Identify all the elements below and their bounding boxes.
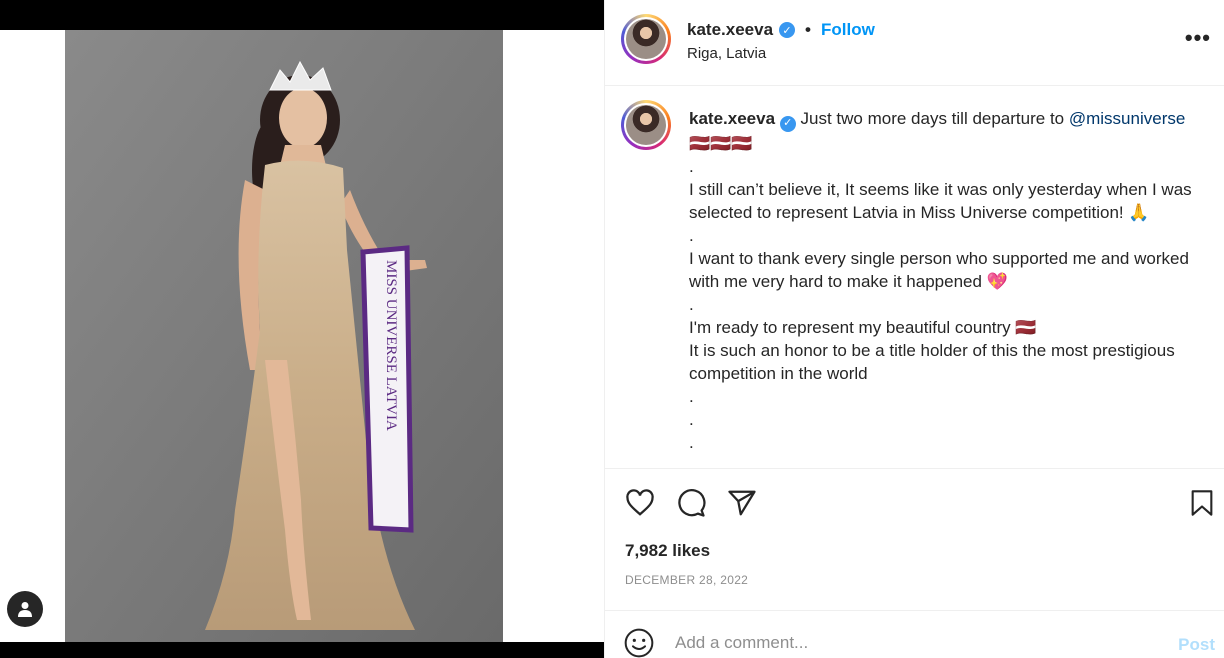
- emoji-icon: [624, 628, 654, 658]
- share-button[interactable]: [725, 486, 759, 520]
- follow-button[interactable]: Follow: [821, 20, 875, 40]
- post-date[interactable]: DECEMBER 28, 2022: [625, 573, 748, 587]
- caption-line: I still can’t believe it, It seems like …: [689, 179, 1192, 222]
- like-button[interactable]: [623, 486, 657, 520]
- caption-line: .: [689, 386, 694, 406]
- caption-line: It is such an honor to be a title holder…: [689, 340, 1175, 383]
- comment-input[interactable]: [675, 633, 1155, 653]
- post-sidebar: kate.xeeva ✓ • Follow Riga, Latvia ••• k…: [604, 0, 1224, 658]
- post-header: kate.xeeva ✓ • Follow Riga, Latvia •••: [605, 0, 1224, 86]
- caption-line: I'm ready to represent my beautiful coun…: [689, 317, 1037, 337]
- post-media: MISS UNIVERSE LATVIA: [0, 0, 604, 658]
- caption-username[interactable]: kate.xeeva: [689, 109, 775, 128]
- caption-line: .: [689, 225, 694, 245]
- likes-count[interactable]: 7,982 likes: [625, 541, 710, 561]
- sash-text: MISS UNIVERSE LATVIA: [383, 260, 399, 431]
- caption-avatar[interactable]: [621, 100, 671, 150]
- comment-bar: Post: [605, 610, 1224, 658]
- heart-icon: [626, 489, 654, 516]
- post-location[interactable]: Riga, Latvia: [687, 45, 766, 62]
- caption-intro: Just two more days till departure to: [800, 109, 1065, 128]
- author-avatar[interactable]: [621, 14, 671, 64]
- caption-section: kate.xeeva ✓ Just two more days till dep…: [605, 87, 1224, 469]
- caption-text: kate.xeeva ✓ Just two more days till dep…: [689, 107, 1209, 454]
- caption-line: .: [689, 409, 694, 429]
- caption-line: .: [689, 294, 694, 314]
- post-comment-button[interactable]: Post: [1178, 635, 1215, 655]
- mention-link[interactable]: @missuniverse: [1069, 109, 1185, 128]
- comment-icon: [678, 489, 706, 517]
- separator-dot: •: [805, 20, 811, 39]
- user-tag-icon: [18, 602, 32, 617]
- bookmark-icon: [1191, 490, 1213, 516]
- caption-emoji-line: 🇱🇻🇱🇻🇱🇻: [689, 133, 753, 153]
- user-tag-button[interactable]: [7, 591, 43, 627]
- caption-line: .: [689, 432, 694, 452]
- more-icon[interactable]: •••: [1185, 25, 1211, 51]
- action-bar: [605, 480, 1224, 528]
- caption-line: I want to thank every single person who …: [689, 248, 1189, 291]
- post-photo[interactable]: MISS UNIVERSE LATVIA: [65, 30, 503, 642]
- author-username[interactable]: kate.xeeva: [687, 20, 773, 40]
- verified-icon: ✓: [779, 22, 796, 38]
- share-icon: [728, 490, 756, 516]
- save-button[interactable]: [1185, 486, 1219, 520]
- emoji-button[interactable]: [623, 627, 655, 658]
- verified-icon: ✓: [779, 115, 796, 132]
- photo-illustration: MISS UNIVERSE LATVIA: [65, 30, 503, 642]
- caption-line: .: [689, 156, 694, 176]
- comment-button[interactable]: [674, 486, 708, 520]
